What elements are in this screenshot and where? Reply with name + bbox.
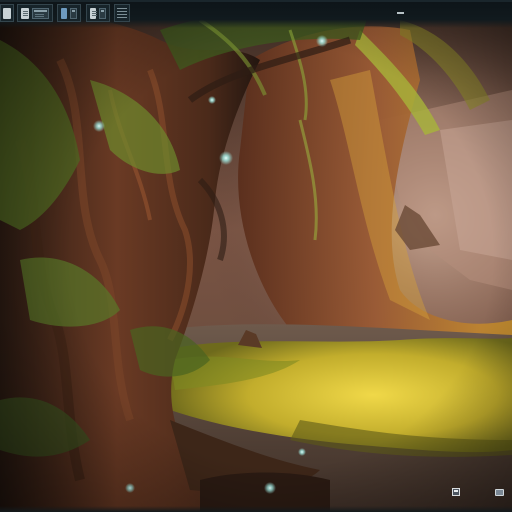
taskbar-window-1[interactable] [0, 4, 14, 22]
taskbar-window-2[interactable] [17, 4, 53, 22]
taskbar-window-5[interactable] [114, 4, 130, 22]
desktop [0, 0, 512, 512]
minimize-indicator[interactable] [397, 12, 404, 14]
taskbar-window-4[interactable] [86, 4, 110, 22]
file-window-icon [90, 7, 98, 19]
network-icon[interactable] [495, 489, 504, 496]
window-preview [70, 7, 77, 19]
list-window-icon [117, 7, 127, 19]
wallpaper-forest-painting [0, 0, 512, 512]
bottom-edge [0, 506, 512, 512]
window-preview [99, 7, 106, 19]
browser-window-icon [61, 7, 68, 19]
app-icon [3, 7, 11, 19]
document-window-icon [21, 7, 29, 19]
monitor-icon[interactable] [452, 488, 460, 496]
taskbar-border [0, 0, 512, 2]
window-preview [31, 7, 49, 19]
taskbar-window-3[interactable] [57, 4, 81, 22]
taskbar [0, 0, 512, 28]
